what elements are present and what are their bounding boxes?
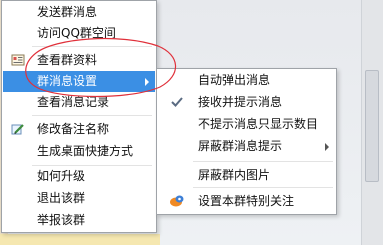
chevron-right-icon [145, 78, 149, 86]
menu-separator [32, 115, 152, 116]
menu-item-view-group-info[interactable]: 查看群资料 [3, 50, 155, 71]
menu-item-label: 如何升级 [37, 169, 86, 183]
submenu-item-set-special-attention[interactable]: 设置本群特别关注 [158, 191, 335, 212]
background-bottom-strip [0, 234, 160, 245]
menu-item-label: 查看群资料 [37, 53, 98, 67]
scrollbar-thumb[interactable] [365, 70, 379, 182]
menu-item-label: 接收并提示消息 [198, 95, 283, 109]
special-attention-icon [169, 194, 184, 208]
group-message-settings-submenu: 自动弹出消息 接收并提示消息 不提示消息只显示数目 屏蔽群消息提示 屏蔽群内图片… [156, 68, 337, 215]
menu-item-label: 自动弹出消息 [198, 73, 271, 87]
submenu-item-no-notify-show-count[interactable]: 不提示消息只显示数目 [158, 114, 335, 135]
menu-item-label: 设置本群特别关注 [198, 194, 295, 208]
menu-item-label: 举报该群 [37, 213, 86, 227]
menu-item-label: 退出该群 [37, 191, 86, 205]
menu-separator [32, 46, 152, 47]
chevron-right-icon [325, 143, 329, 151]
menu-item-label: 发送群消息 [37, 5, 98, 19]
menu-item-label: 不提示消息只显示数目 [198, 117, 319, 131]
menu-item-how-to-upgrade[interactable]: 如何升级 [3, 166, 155, 187]
group-context-menu: 发送群消息 访问QQ群空间 查看群资料 群消息设置 查看消息记录 修改备注名称 … [1, 0, 157, 233]
menu-separator [193, 187, 333, 188]
menu-item-label: 屏蔽群内图片 [198, 168, 271, 182]
menu-item-edit-remark-name[interactable]: 修改备注名称 [3, 119, 155, 140]
submenu-item-block-message-notify[interactable]: 屏蔽群消息提示 [158, 136, 335, 157]
menu-item-visit-group-space[interactable]: 访问QQ群空间 [3, 23, 155, 44]
menu-item-send-group-message[interactable]: 发送群消息 [3, 2, 155, 23]
submenu-item-auto-popup[interactable]: 自动弹出消息 [158, 70, 335, 91]
edit-pencil-icon [11, 122, 25, 136]
menu-item-label: 群消息设置 [37, 74, 98, 88]
menu-item-label: 查看消息记录 [37, 95, 110, 109]
menu-separator [193, 161, 333, 162]
menu-item-group-message-settings[interactable]: 群消息设置 [3, 71, 155, 92]
checkmark-icon [170, 95, 184, 109]
menu-item-leave-group[interactable]: 退出该群 [3, 188, 155, 209]
menu-item-label: 访问QQ群空间 [37, 26, 116, 40]
menu-item-view-message-history[interactable]: 查看消息记录 [3, 92, 155, 113]
group-info-icon [11, 53, 25, 67]
submenu-item-receive-and-notify[interactable]: 接收并提示消息 [158, 92, 335, 113]
menu-item-create-desktop-shortcut[interactable]: 生成桌面快捷方式 [3, 141, 155, 162]
menu-item-report-group[interactable]: 举报该群 [3, 210, 155, 231]
submenu-item-block-group-images[interactable]: 屏蔽群内图片 [158, 165, 335, 186]
menu-item-label: 屏蔽群消息提示 [198, 139, 283, 153]
menu-item-label: 生成桌面快捷方式 [37, 144, 134, 158]
menu-item-label: 修改备注名称 [37, 122, 110, 136]
